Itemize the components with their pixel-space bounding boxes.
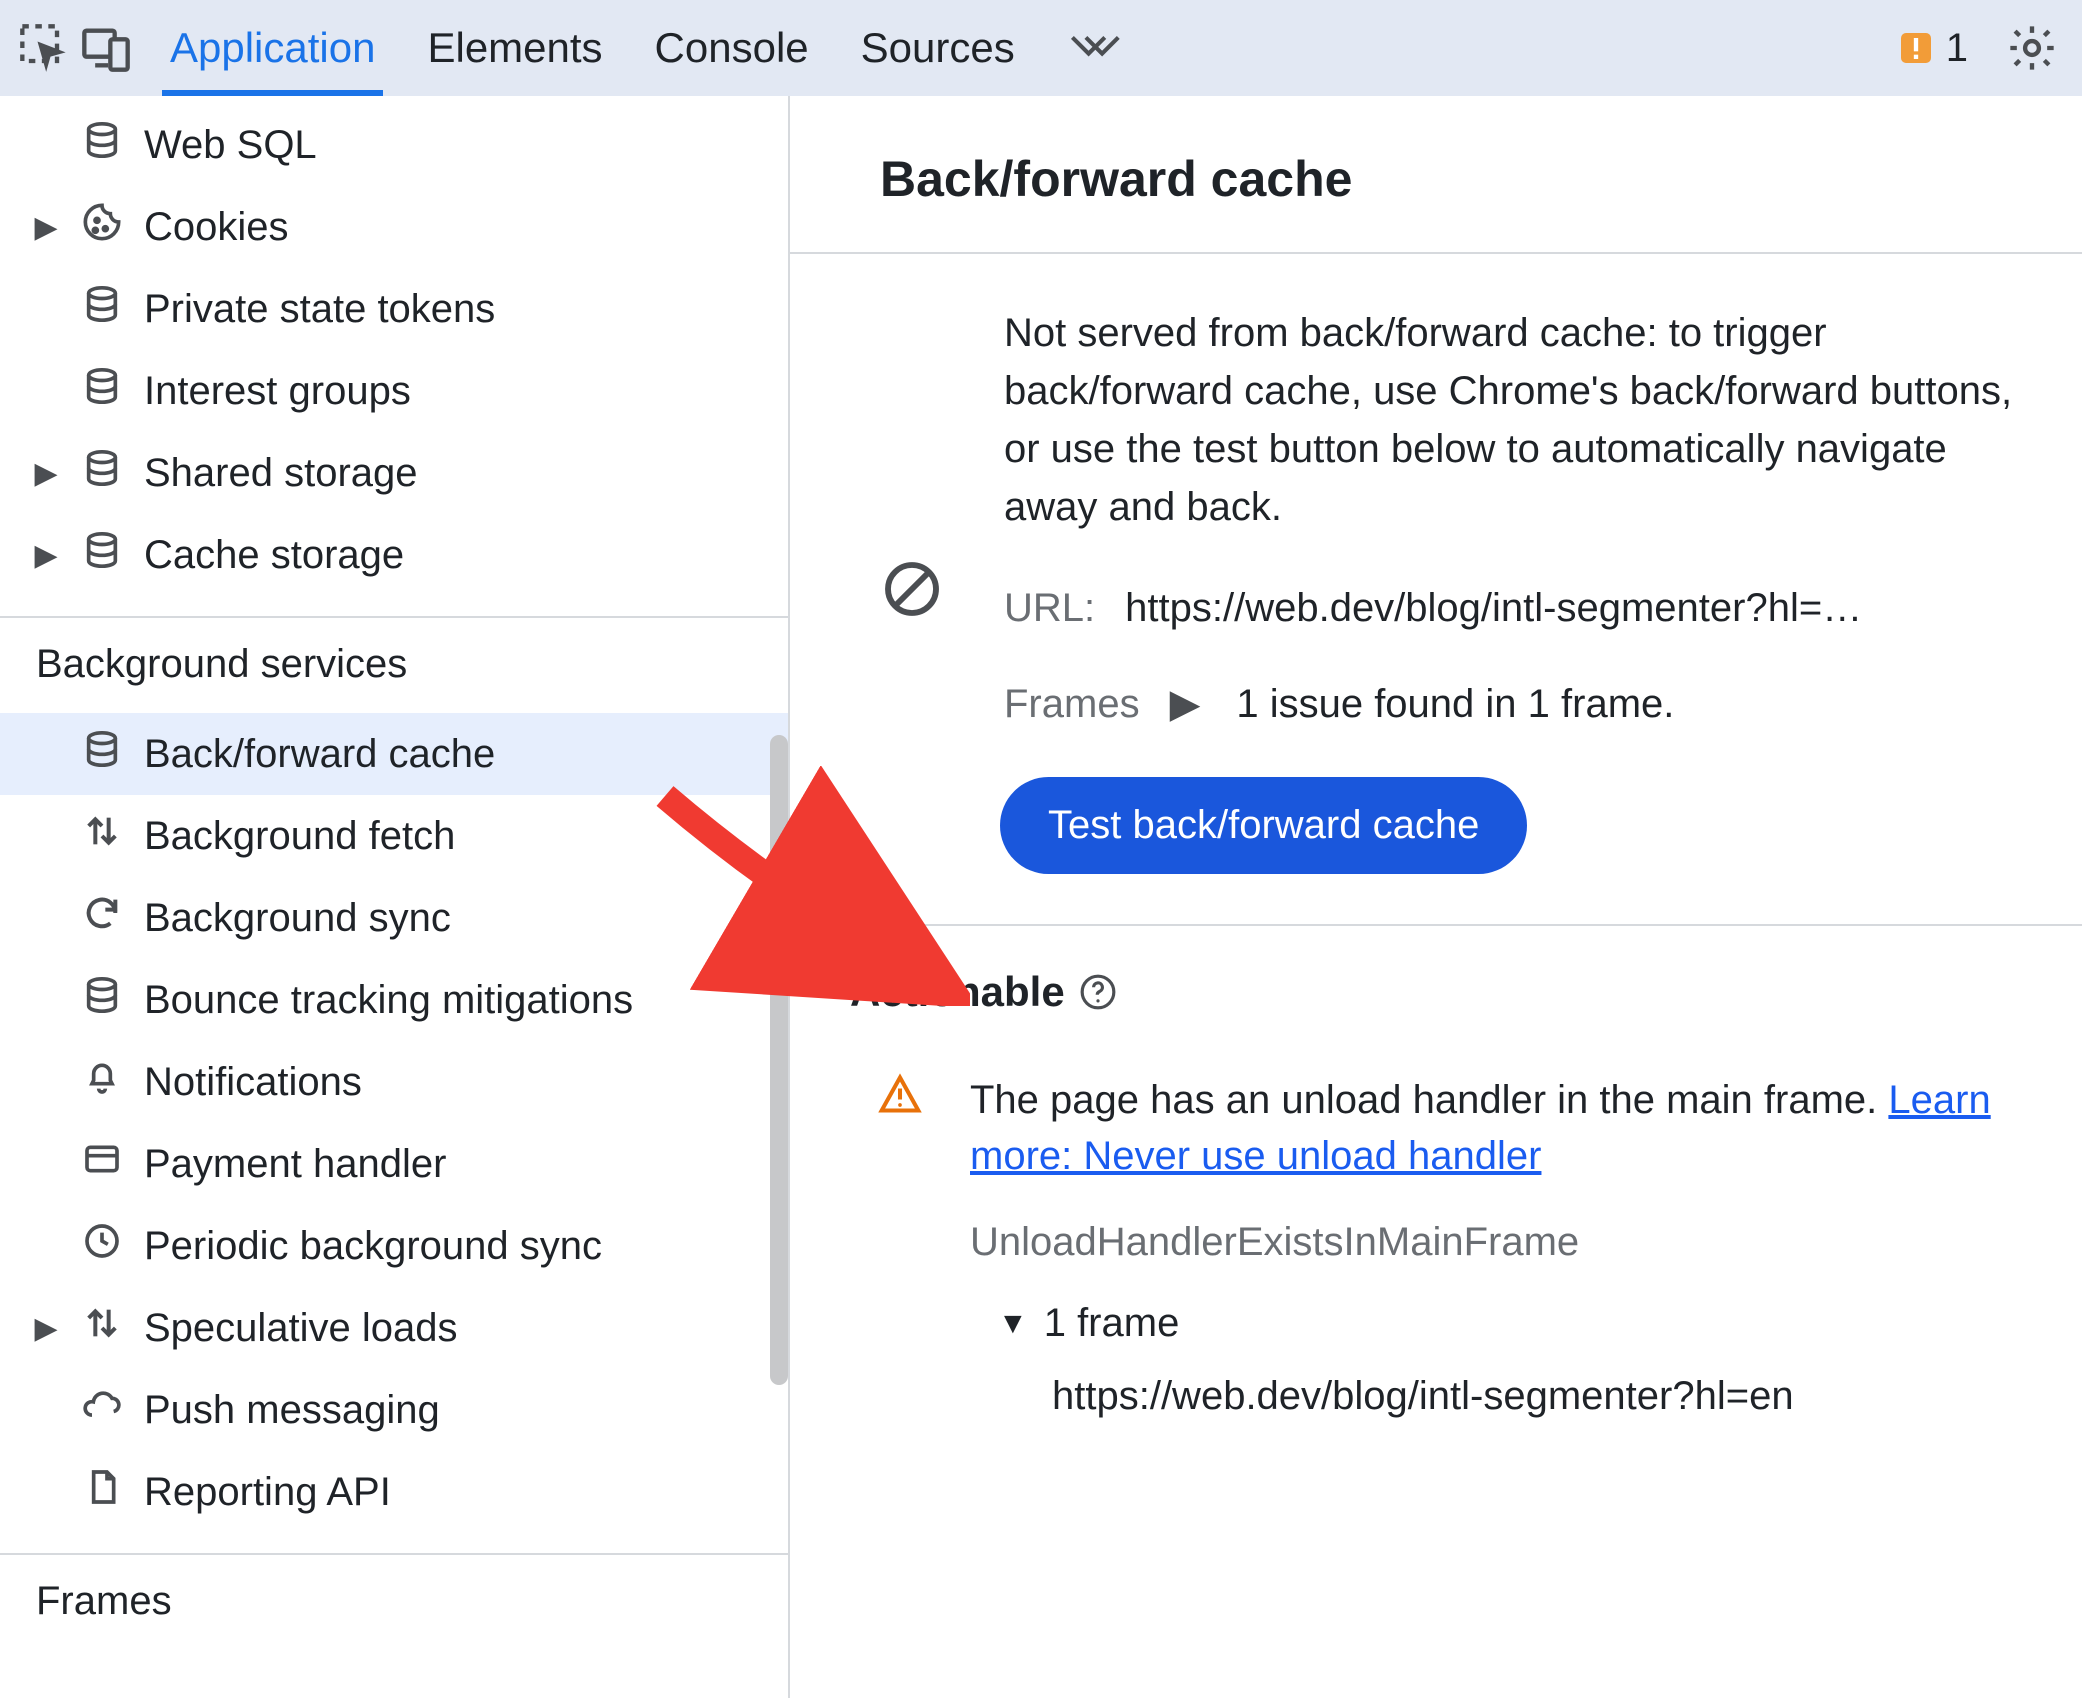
issue-message-text: The page has an unload handler in the ma… [970,1078,1888,1122]
sidebar-item-label: Payment handler [144,1142,446,1187]
tab-label: Elements [427,24,602,72]
bell-icon [82,1057,122,1107]
db-icon [82,530,122,580]
more-tabs-button[interactable] [1067,0,1121,96]
section-frames[interactable]: Frames [0,1553,788,1642]
frames-summary: 1 issue found in 1 frame. [1236,682,1674,727]
sidebar-item-label: Notifications [144,1060,362,1105]
db-icon [82,729,122,779]
sidebar-item-bgfetch[interactable]: Background fetch [0,795,788,877]
sidebar-item-web-sql[interactable]: Web SQL [0,104,788,186]
actionable-heading: Actionable [850,968,2022,1016]
expand-arrow-icon: ▶ [32,1311,60,1346]
warning-icon [878,1072,922,1126]
clock-icon [82,1221,122,1271]
expand-arrow-icon: ▶ [32,538,60,573]
frames-label: Frames [1004,682,1140,727]
disclosure-triangle-icon: ▼ [998,1307,1028,1341]
expand-triangle-icon: ▶ [1170,681,1201,727]
devtools-tabs: Application Elements Console Sources [170,0,1121,96]
db-icon [82,284,122,334]
sidebar-item-label: Bounce tracking mitigations [144,978,633,1023]
tab-label: Application [170,24,375,72]
device-mode-icon[interactable] [80,22,132,74]
pane-title: Back/forward cache [790,96,2082,254]
sidebar-item-label: Private state tokens [144,287,495,332]
issues-badge[interactable]: 1 [1896,26,1968,71]
devtools-tab-bar: Application Elements Console Sources 1 [0,0,2082,96]
sidebar-item-label: Background sync [144,896,451,941]
tab-console[interactable]: Console [655,0,809,96]
doc-icon [82,1467,122,1517]
sidebar-item-label: Back/forward cache [144,732,495,777]
actionable-heading-label: Actionable [850,968,1065,1016]
bfcache-status-text: Not served from back/forward cache: to t… [1004,304,2022,536]
sidebar-item-bfcache[interactable]: Back/forward cache [0,713,788,795]
settings-icon[interactable] [2006,22,2058,74]
sidebar-item-notif[interactable]: Notifications [0,1041,788,1123]
updown-icon [82,811,122,861]
issue-frames-toggle[interactable]: ▼ 1 frame [998,1301,2022,1346]
updown-icon [82,1303,122,1353]
tab-label: Sources [861,24,1015,72]
test-bfcache-button[interactable]: Test back/forward cache [1000,777,1527,874]
expand-arrow-icon: ▶ [32,210,60,245]
sync-icon [82,893,122,943]
application-sidebar: Web SQL ▶ Cookies Private state tokens I… [0,96,790,1698]
sidebar-scrollbar-thumb[interactable] [770,735,788,1385]
sidebar-item-cache-storage[interactable]: ▶ Cache storage [0,514,788,596]
expand-arrow-icon: ▶ [32,456,60,491]
sidebar-item-reporting[interactable]: Reporting API [0,1451,788,1533]
db-icon [82,448,122,498]
sidebar-item-cookies[interactable]: ▶ Cookies [0,186,788,268]
issue-frame-url: https://web.dev/blog/intl-segmenter?hl=e… [1052,1374,2022,1419]
cookie-icon [82,202,122,252]
card-icon [82,1139,122,1189]
db-icon [82,366,122,416]
sidebar-item-specloads[interactable]: ▶ Speculative loads [0,1287,788,1369]
bfcache-pane: Back/forward cache Not served from back/… [790,96,2082,1698]
sidebar-item-label: Cookies [144,205,289,250]
sidebar-item-bgsync[interactable]: Background sync [0,877,788,959]
sidebar-item-label: Speculative loads [144,1306,458,1351]
url-row: URL: https://web.dev/blog/intl-segmenter… [1004,586,2022,631]
sidebar-item-label: Background fetch [144,814,455,859]
sidebar-item-periodic[interactable]: Periodic background sync [0,1205,788,1287]
url-label: URL: [1004,586,1095,631]
sidebar-item-label: Cache storage [144,533,404,578]
issue-code: UnloadHandlerExistsInMainFrame [970,1220,2022,1265]
tab-elements[interactable]: Elements [427,0,602,96]
inspect-element-icon[interactable] [18,22,70,74]
tab-label: Console [655,24,809,72]
frames-row[interactable]: Frames ▶ 1 issue found in 1 frame. [1004,681,2022,727]
sidebar-item-label: Reporting API [144,1470,391,1515]
tab-sources[interactable]: Sources [861,0,1015,96]
db-icon [82,120,122,170]
sidebar-item-label: Interest groups [144,369,411,414]
sidebar-item-private-state-tokens[interactable]: Private state tokens [0,268,788,350]
sidebar-item-label: Push messaging [144,1388,440,1433]
help-icon[interactable] [1079,973,1117,1011]
sidebar-item-label: Shared storage [144,451,418,496]
issue-message: The page has an unload handler in the ma… [970,1072,2022,1184]
section-background-services[interactable]: Background services [0,616,788,705]
prohibited-icon [880,304,944,874]
sidebar-item-label: Periodic background sync [144,1224,602,1269]
sidebar-item-label: Web SQL [144,123,317,168]
sidebar-item-interest-groups[interactable]: Interest groups [0,350,788,432]
issues-count: 1 [1946,26,1968,71]
sidebar-item-bounce[interactable]: Bounce tracking mitigations [0,959,788,1041]
url-value: https://web.dev/blog/intl-segmenter?hl=… [1125,586,1862,631]
issue-frame-count: 1 frame [1044,1301,1180,1346]
sidebar-item-shared-storage[interactable]: ▶ Shared storage [0,432,788,514]
sidebar-item-push[interactable]: Push messaging [0,1369,788,1451]
sidebar-item-payment[interactable]: Payment handler [0,1123,788,1205]
tab-application[interactable]: Application [170,0,375,96]
cloud-icon [82,1385,122,1435]
db-icon [82,975,122,1025]
